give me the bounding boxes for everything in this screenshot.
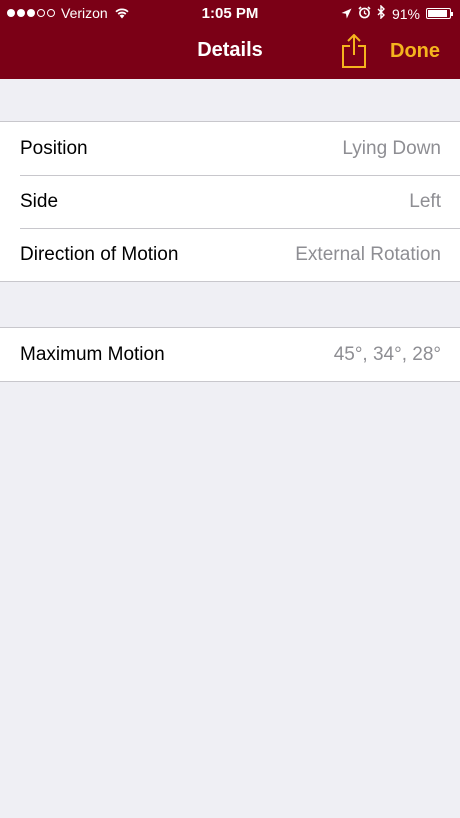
- row-value: 45°, 34°, 28°: [333, 343, 441, 365]
- row-value: External Rotation: [295, 243, 441, 265]
- maximum-motion-row[interactable]: Maximum Motion 45°, 34°, 28°: [0, 328, 460, 381]
- battery-icon: [426, 8, 453, 19]
- motion-group: Maximum Motion 45°, 34°, 28°: [0, 327, 460, 382]
- done-button[interactable]: Done: [390, 40, 440, 63]
- position-row[interactable]: Position Lying Down: [0, 122, 460, 175]
- row-value: Lying Down: [342, 137, 441, 159]
- location-icon: [341, 6, 352, 22]
- row-label: Direction of Motion: [20, 243, 179, 265]
- navigation-header: Verizon 1:05 PM 91% Details Done: [0, 0, 460, 79]
- status-right: 91%: [341, 4, 453, 22]
- alarm-icon: [358, 5, 371, 22]
- row-label: Maximum Motion: [20, 343, 165, 365]
- status-bar: Verizon 1:05 PM 91%: [0, 0, 460, 26]
- battery-fill: [428, 10, 448, 17]
- row-label: Side: [20, 190, 59, 212]
- bluetooth-icon: [377, 4, 386, 22]
- share-button[interactable]: [340, 33, 368, 68]
- row-label: Position: [20, 137, 88, 159]
- row-value: Left: [409, 190, 441, 212]
- battery-label: 91%: [391, 5, 420, 22]
- side-row[interactable]: Side Left: [0, 175, 460, 228]
- share-icon: [342, 33, 366, 68]
- details-group: Position Lying Down Side Left Direction …: [0, 121, 460, 282]
- direction-of-motion-row[interactable]: Direction of Motion External Rotation: [0, 228, 460, 281]
